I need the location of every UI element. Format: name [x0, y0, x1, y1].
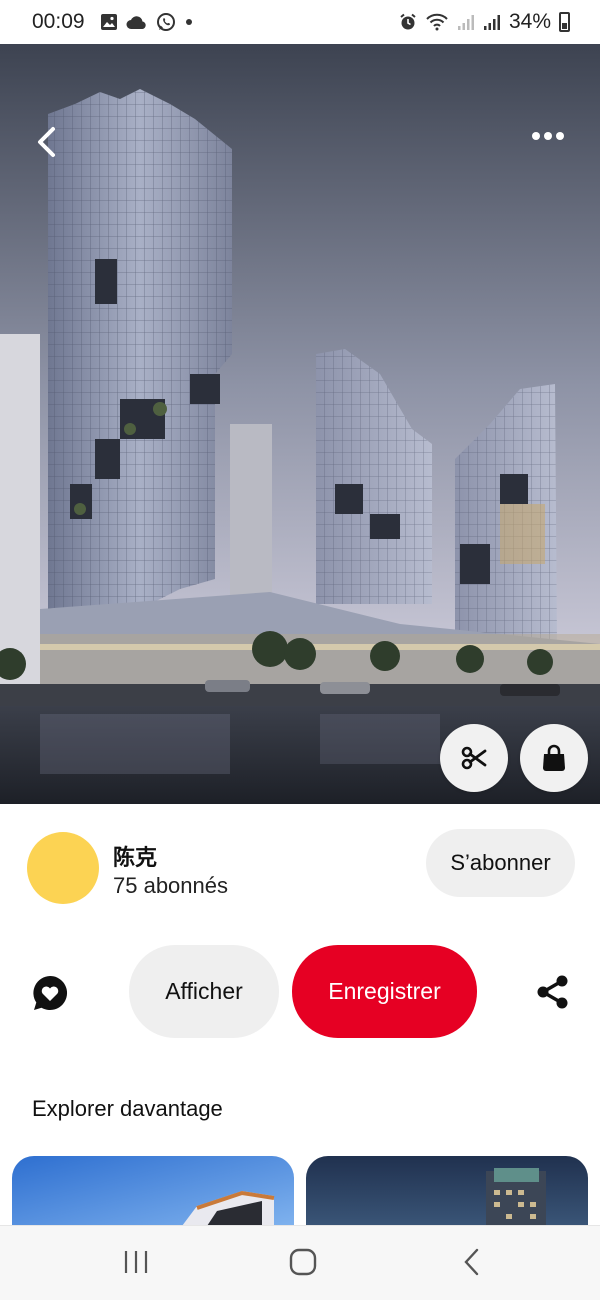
bag-icon — [543, 744, 565, 771]
recents-button[interactable] — [111, 1242, 161, 1282]
gallery-icon — [101, 14, 117, 30]
view-button[interactable]: Afficher — [129, 945, 279, 1038]
system-nav-bar — [0, 1225, 600, 1300]
explore-title: Explorer davantage — [32, 1096, 223, 1121]
battery-percent: 34% — [508, 10, 551, 33]
explore-pin-thumbnail[interactable] — [306, 1156, 588, 1226]
home-icon — [289, 1248, 317, 1276]
more-icon — [532, 132, 564, 140]
dot-icon — [186, 19, 192, 25]
back-button[interactable] — [26, 120, 66, 164]
home-button[interactable] — [278, 1242, 328, 1282]
wifi-icon — [426, 13, 448, 31]
shop-button[interactable] — [520, 724, 588, 792]
share-button[interactable] — [534, 973, 572, 1011]
recents-icon — [124, 1251, 148, 1273]
more-options-button[interactable] — [520, 118, 576, 154]
status-time: 00:09 — [32, 10, 85, 33]
avatar[interactable] — [27, 832, 99, 904]
back-icon — [464, 1248, 479, 1276]
creator-name[interactable]: 陈克 — [113, 840, 157, 872]
follow-button[interactable]: S’abonner — [426, 829, 575, 897]
whatsapp-icon — [157, 13, 175, 31]
cloud-icon — [126, 16, 146, 29]
pin-image[interactable] — [0, 44, 600, 804]
explore-pin-thumbnail[interactable] — [12, 1156, 294, 1226]
signal-icon — [457, 15, 474, 30]
status-bar: 00:09 34% — [0, 0, 600, 44]
action-row: Afficher Enregistrer — [0, 945, 600, 1039]
alarm-icon — [400, 13, 416, 30]
comment-heart-icon — [33, 975, 68, 1010]
comment-button[interactable] — [30, 973, 70, 1013]
status-left-icons — [100, 12, 194, 32]
crop-search-button[interactable] — [440, 724, 508, 792]
share-icon — [537, 975, 568, 1009]
follower-count: 75 abonnés — [113, 873, 228, 898]
battery-icon — [559, 12, 570, 32]
signal-icon — [483, 15, 500, 30]
scissors-icon — [461, 746, 487, 770]
creator-row: 陈克 75 abonnés S’abonner — [0, 828, 600, 908]
save-button[interactable]: Enregistrer — [292, 945, 477, 1038]
status-right-icons: 34% — [399, 10, 570, 34]
back-icon — [38, 127, 55, 157]
system-back-button[interactable] — [447, 1242, 497, 1282]
